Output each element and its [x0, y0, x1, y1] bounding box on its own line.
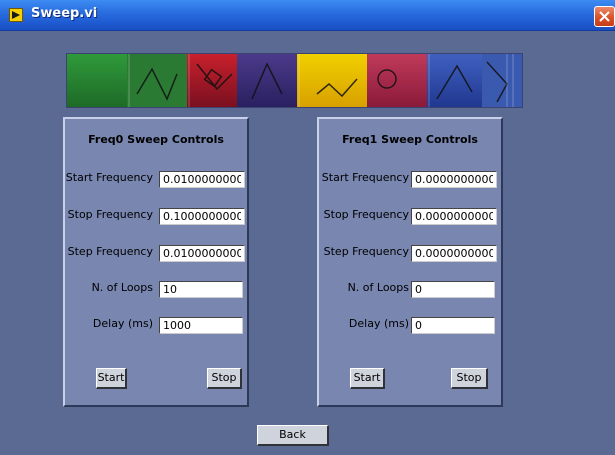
freq0-stop-frequency-input[interactable] — [159, 208, 245, 225]
freq0-loops-label: N. of Loops — [91, 281, 153, 294]
window-title: Sweep.vi — [31, 6, 98, 21]
freq0-sweep-panel: Freq0 Sweep Controls Start Frequency Sto… — [63, 117, 249, 407]
sweep-vi-window: Sweep.vi Freq0 Sweep Controls Start Freq… — [0, 0, 615, 455]
freq1-stop-frequency-input[interactable] — [411, 208, 497, 225]
back-button[interactable]: Back — [257, 425, 329, 446]
freq1-start-button[interactable]: Start — [350, 368, 385, 389]
freq0-start-frequency-label: Start Frequency — [65, 171, 153, 184]
decorative-banner-image — [66, 53, 523, 108]
freq1-delay-input[interactable] — [411, 317, 495, 334]
freq0-delay-input[interactable] — [159, 317, 243, 334]
freq0-start-frequency-input[interactable] — [159, 171, 245, 188]
freq1-loops-label: N. of Loops — [347, 281, 409, 294]
freq1-start-frequency-input[interactable] — [411, 171, 497, 188]
freq0-start-button[interactable]: Start — [96, 368, 127, 389]
title-bar[interactable]: Sweep.vi — [0, 0, 615, 31]
labview-vi-icon — [9, 8, 23, 22]
freq1-step-frequency-label: Step Frequency — [323, 245, 409, 258]
freq0-step-frequency-input[interactable] — [159, 245, 245, 262]
freq0-panel-title: Freq0 Sweep Controls — [88, 133, 224, 146]
freq1-delay-label: Delay (ms) — [348, 317, 409, 330]
freq0-stop-button[interactable]: Stop — [207, 368, 242, 389]
freq0-step-frequency-label: Step Frequency — [67, 245, 153, 258]
freq0-delay-label: Delay (ms) — [92, 317, 153, 330]
freq0-loops-input[interactable] — [159, 281, 243, 298]
freq1-sweep-panel: Freq1 Sweep Controls Start Frequency Sto… — [317, 117, 503, 407]
freq1-stop-button[interactable]: Stop — [451, 368, 488, 389]
close-button[interactable] — [594, 6, 615, 27]
freq1-step-frequency-input[interactable] — [411, 245, 497, 262]
freq0-stop-frequency-label: Stop Frequency — [67, 208, 153, 221]
freq1-start-frequency-label: Start Frequency — [321, 171, 409, 184]
freq1-stop-frequency-label: Stop Frequency — [323, 208, 409, 221]
freq1-panel-title: Freq1 Sweep Controls — [342, 133, 478, 146]
freq1-loops-input[interactable] — [411, 281, 495, 298]
close-icon — [599, 11, 610, 22]
